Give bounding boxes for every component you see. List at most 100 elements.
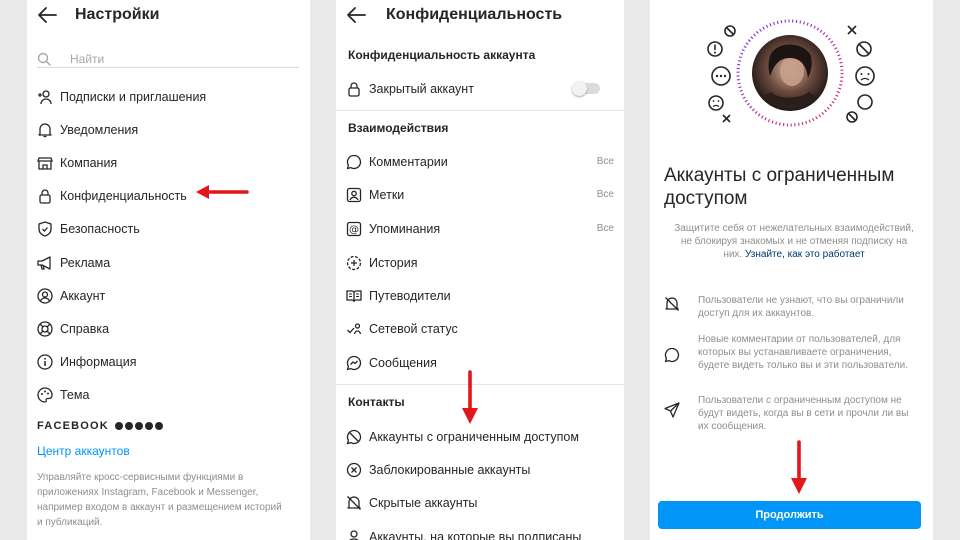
menu-item-about[interactable]: Информация: [37, 346, 302, 379]
comment-icon: [664, 347, 680, 363]
facebook-section-header: FACEBOOK: [37, 420, 163, 432]
page-title: Настройки: [75, 6, 160, 23]
feature-item: Новые комментарии от пользователей, для …: [664, 333, 919, 372]
menu-item-label: Аккаунт: [60, 288, 106, 303]
accounts-center-link[interactable]: Центр аккаунтов: [37, 444, 130, 458]
interaction-item-story[interactable]: История: [346, 246, 614, 279]
menu-item-privacy[interactable]: Конфиденциальность: [37, 180, 302, 213]
facebook-label: FACEBOOK: [37, 420, 109, 432]
interaction-label: Сообщения: [369, 355, 437, 370]
interaction-item-activity-status[interactable]: Сетевой статус: [346, 312, 614, 345]
restricted-accounts-screen: Аккаунты с ограниченным доступом Защитит…: [650, 0, 933, 540]
interaction-label: История: [369, 255, 418, 270]
learn-more-link[interactable]: Узнайте, как это работает: [745, 249, 865, 260]
continue-button[interactable]: Продолжить: [658, 501, 921, 529]
menu-item-follow-invite[interactable]: Подписки и приглашения: [37, 80, 302, 113]
contact-label: Аккаунты с ограниченным доступом: [369, 429, 579, 444]
red-arrow-annotation: [462, 370, 478, 424]
contact-item-following[interactable]: Аккаунты, на которые вы подписаны: [346, 520, 614, 540]
contact-label: Аккаунты, на которые вы подписаны: [369, 529, 582, 540]
interaction-value: Все: [596, 189, 614, 200]
search-input[interactable]: Найти: [37, 50, 299, 68]
menu-item-theme[interactable]: Тема: [37, 379, 302, 412]
feature-text: Новые комментарии от пользователей, для …: [698, 334, 909, 371]
menu-item-label: Подписки и приглашения: [60, 89, 207, 104]
restricted-icon: [346, 429, 362, 444]
section-contacts: Контакты: [348, 395, 405, 409]
following-icon: [348, 529, 360, 540]
interaction-label: Путеводители: [369, 288, 451, 303]
shop-icon: [37, 157, 53, 170]
interaction-label: Упоминания: [369, 221, 441, 236]
add-person-icon: [38, 89, 52, 104]
menu-item-security[interactable]: Безопасность: [37, 213, 302, 246]
comment-icon: [346, 154, 362, 169]
menu-item-label: Информация: [60, 355, 137, 370]
back-arrow-icon[interactable]: [37, 6, 57, 24]
menu-item-label: Справка: [60, 321, 110, 336]
svg-text:@: @: [349, 224, 359, 235]
guide-book-icon: [346, 289, 362, 302]
menu-item-label: Уведомления: [60, 122, 139, 137]
meta-apps-icons: [114, 422, 163, 430]
lock-icon: [348, 81, 360, 97]
interaction-item-mentions[interactable]: @ Упоминания Все: [346, 212, 614, 245]
private-account-toggle[interactable]: [572, 81, 600, 96]
lifebuoy-icon: [37, 321, 53, 337]
section-interactions: Взаимодействия: [348, 121, 449, 135]
contact-item-muted[interactable]: Скрытые аккаунты: [346, 486, 614, 519]
muted-bell-icon: [347, 495, 361, 510]
settings-header: Настройки: [27, 0, 310, 32]
menu-item-label: Компания: [60, 155, 118, 170]
red-arrow-annotation: [791, 440, 807, 494]
palette-icon: [37, 387, 53, 403]
privacy-header: Конфиденциальность: [336, 0, 624, 32]
menu-item-label: Тема: [60, 388, 90, 403]
send-icon: [664, 402, 680, 418]
interaction-label: Комментарии: [369, 154, 448, 169]
contact-item-blocked[interactable]: Заблокированные аккаунты: [346, 453, 614, 486]
story-plus-icon: [346, 255, 362, 270]
back-arrow-icon[interactable]: [346, 6, 366, 24]
intro-text: Защитите себя от нежелательных взаимодей…: [674, 222, 914, 261]
blocked-icon: [346, 462, 362, 477]
red-arrow-annotation: [196, 185, 249, 199]
interaction-item-guides[interactable]: Путеводители: [346, 279, 614, 312]
contact-label: Заблокированные аккаунты: [369, 462, 531, 477]
bell-off-icon: [665, 297, 679, 311]
messenger-icon: [346, 355, 362, 370]
page-title: Конфиденциальность: [386, 6, 563, 23]
divider: [336, 110, 624, 111]
search-icon: [37, 52, 51, 66]
menu-item-label: Безопасность: [60, 222, 140, 237]
accounts-center-description: Управляйте кросс-сервисными функциями в …: [37, 472, 282, 528]
bell-icon: [38, 123, 52, 137]
feature-item: Пользователи не узнают, что вы ограничил…: [664, 294, 919, 320]
interaction-item-comments[interactable]: Комментарии Все: [346, 145, 614, 178]
menu-item-notifications[interactable]: Уведомления: [37, 113, 302, 146]
menu-item-label: Реклама: [60, 255, 111, 270]
settings-screen: Настройки Найти Подписки и приглашения У…: [27, 0, 310, 540]
shield-icon: [38, 221, 52, 238]
menu-item-help[interactable]: Справка: [37, 312, 302, 345]
interaction-label: Сетевой статус: [369, 321, 458, 336]
interaction-item-tags[interactable]: Метки Все: [346, 178, 614, 211]
lock-icon: [39, 189, 51, 204]
menu-item-business[interactable]: Компания: [37, 146, 302, 179]
menu-item-account[interactable]: Аккаунт: [37, 279, 302, 312]
page-title: Аккаунты с ограниченным доступом: [664, 165, 895, 209]
feature-item: Пользователи с ограниченным доступом не …: [664, 394, 919, 433]
private-account-row[interactable]: Закрытый аккаунт: [346, 72, 614, 105]
feature-text: Пользователи с ограниченным доступом не …: [698, 395, 909, 432]
tag-person-icon: [346, 187, 362, 202]
interaction-value: Все: [596, 156, 614, 167]
activity-status-icon: [347, 322, 362, 334]
contact-label: Скрытые аккаунты: [369, 495, 478, 510]
account-icon: [37, 288, 53, 304]
interaction-value: Все: [596, 223, 614, 234]
menu-item-label: Конфиденциальность: [60, 189, 187, 204]
restrict-illustration: [707, 19, 875, 127]
menu-item-ads[interactable]: Реклама: [37, 246, 302, 279]
section-account-privacy: Конфиденциальность аккаунта: [348, 48, 536, 62]
interaction-label: Метки: [369, 187, 405, 202]
